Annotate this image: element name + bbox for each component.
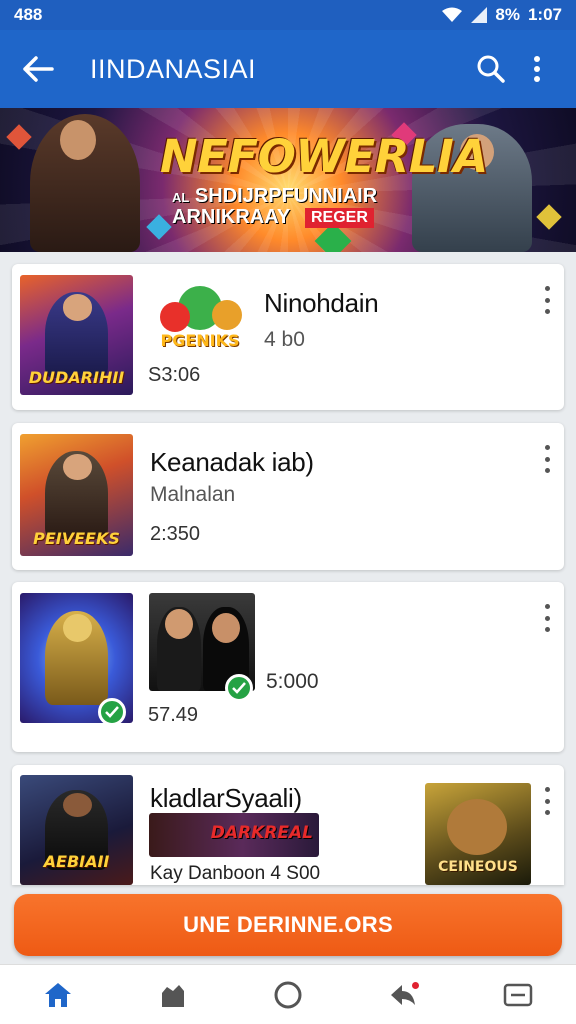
- app-title: IINDANASIAI: [90, 53, 257, 84]
- card-more-button[interactable]: [540, 604, 554, 632]
- art-caption: DARKREAL: [210, 823, 313, 843]
- status-time-left: 488: [14, 5, 43, 24]
- nav-circle[interactable]: [258, 970, 318, 1020]
- card-title: Keanadak iab): [150, 447, 314, 477]
- banner-tag: REGER: [305, 208, 374, 228]
- notification-dot: [412, 981, 420, 989]
- dot: [544, 787, 550, 792]
- dot: [544, 286, 550, 291]
- game-thumbnail: AEBIAII: [20, 775, 133, 885]
- game-art: PGENIKS: [148, 282, 252, 354]
- card-subtitle: 5:000: [266, 670, 319, 693]
- art-caption: PGENIKS: [160, 331, 240, 350]
- arrow-left-icon: [23, 56, 54, 82]
- dot: [544, 297, 550, 303]
- wifi-icon: [442, 7, 463, 22]
- verified-check-icon: [225, 674, 253, 702]
- overflow-menu-button[interactable]: [514, 46, 560, 92]
- list-item[interactable]: DUDARIHII PGENIKS Ninohdain 4 b0 S3:06: [12, 264, 564, 410]
- promo-banner[interactable]: NEFOWERLIA AL SHDIJRPFUNNIAIR ARNIKRAAY …: [0, 108, 576, 252]
- card-more-button[interactable]: [540, 787, 554, 815]
- game-thumbnail: PEIVEEKS: [20, 434, 133, 556]
- card-title: kladlarSyaali): [150, 783, 302, 813]
- art-caption: CEINEOUS: [438, 859, 518, 875]
- banner-subtitle-1: AL SHDIJRPFUNNIAIR: [172, 185, 377, 208]
- dot: [544, 627, 550, 632]
- app-bar: IINDANASIAI: [0, 30, 576, 108]
- game-art-2: CEINEOUS: [425, 783, 531, 885]
- dot: [544, 615, 550, 621]
- more-vert-icon: [534, 56, 540, 82]
- nav-share[interactable]: [373, 970, 433, 1020]
- bottom-navigation: [0, 964, 576, 1024]
- art-face: [212, 613, 240, 643]
- art-blob: [160, 302, 190, 332]
- thumbnail-caption: PEIVEEKS: [33, 529, 120, 548]
- thumbnail-face: [62, 294, 93, 321]
- status-clock: 1:07: [527, 5, 562, 24]
- dot: [544, 468, 550, 473]
- card-title: Ninohdain: [264, 288, 379, 318]
- thumbnail-caption: DUDARIHII: [28, 368, 125, 387]
- status-indicators: 8% 1:07: [441, 5, 562, 25]
- thumbnail-caption: AEBIAII: [43, 852, 110, 871]
- nav-menu[interactable]: [488, 970, 548, 1020]
- dot: [544, 810, 550, 815]
- castle-icon: [161, 984, 184, 1007]
- nav-home[interactable]: [28, 970, 88, 1020]
- art-blob: [212, 300, 242, 330]
- card-meta: 2:350: [150, 523, 201, 545]
- card-subtitle: Kay Danboon 4 S00: [150, 863, 321, 884]
- circle-icon: [274, 981, 302, 1008]
- card-subtitle: 4 b0: [264, 328, 305, 351]
- nav-castle[interactable]: [143, 970, 203, 1020]
- search-icon: [477, 55, 505, 83]
- status-bar: 488 8% 1:07: [0, 0, 576, 30]
- primary-action-button[interactable]: UNE DERINNE.ORS: [14, 894, 562, 956]
- thumbnail-face: [62, 792, 93, 817]
- card-more-button[interactable]: [540, 286, 554, 314]
- signal-icon: [471, 7, 488, 23]
- battery-level: 8%: [495, 5, 520, 24]
- card-more-button[interactable]: [540, 445, 554, 473]
- dot: [544, 445, 550, 450]
- banner-title: NEFOWERLIA: [160, 130, 488, 183]
- dot: [544, 456, 550, 462]
- dot: [544, 604, 550, 609]
- game-art: DARKREAL: [149, 813, 319, 857]
- menu-icon: [504, 983, 533, 1006]
- list-item[interactable]: PEIVEEKS Keanadak iab) Malnalan 2:350: [12, 423, 564, 570]
- card-meta: S3:06: [148, 364, 201, 386]
- search-button[interactable]: [468, 46, 514, 92]
- card-subtitle: Malnalan: [150, 483, 236, 506]
- banner-subtitle-2: ARNIKRAAY: [172, 206, 291, 228]
- home-icon: [44, 982, 71, 1007]
- back-button[interactable]: [16, 47, 60, 91]
- banner-hero-left-face: [60, 120, 96, 160]
- dot: [544, 309, 550, 314]
- dot: [544, 798, 550, 804]
- banner-subtitle-prefix: AL: [172, 190, 190, 205]
- art-lion: [447, 799, 507, 855]
- art-face: [165, 609, 193, 639]
- card-meta: 57.49: [148, 704, 199, 726]
- list-item[interactable]: 5:000 57.49: [12, 582, 564, 752]
- game-thumbnail: DUDARIHII: [20, 275, 133, 395]
- verified-check-icon: [98, 698, 126, 726]
- banner-subtitle-text: SHDIJRPFUNNIAIR: [194, 185, 378, 207]
- list-item[interactable]: AEBIAII kladlarSyaali) DARKREAL Kay Danb…: [12, 765, 564, 885]
